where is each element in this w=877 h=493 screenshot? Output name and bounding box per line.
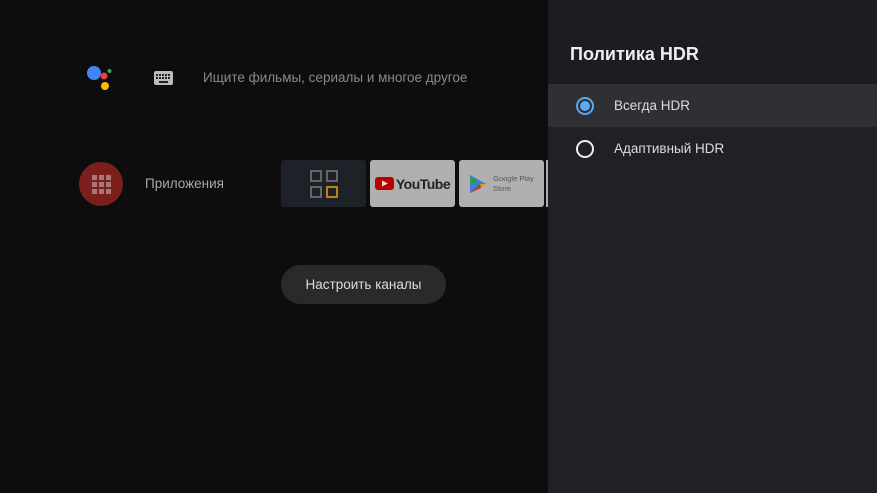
option-adaptive-hdr[interactable]: Адаптивный HDR — [548, 127, 877, 170]
youtube-icon — [374, 177, 394, 190]
apps-button[interactable] — [79, 162, 123, 206]
option-label: Адаптивный HDR — [614, 141, 725, 156]
keyboard-icon[interactable] — [154, 71, 173, 90]
radio-selected-icon[interactable] — [576, 96, 594, 115]
play-store-sublabel: Store — [493, 183, 511, 193]
apps-icon — [309, 169, 338, 198]
radio-unselected-icon[interactable] — [576, 139, 594, 158]
google-assistant-icon[interactable] — [85, 64, 113, 92]
panel-header — [548, 0, 877, 84]
search-input[interactable]: Ищите фильмы, сериалы и многое другое — [203, 70, 467, 85]
apps-grid-icon — [91, 174, 111, 194]
customize-channels-button[interactable]: Настроить каналы — [281, 265, 446, 304]
apps-label: Приложения — [145, 176, 224, 191]
hdr-policy-panel: Политика HDR Всегда HDR Адаптивный HDR — [548, 0, 877, 493]
option-always-hdr[interactable]: Всегда HDR — [548, 84, 877, 127]
option-label: Всегда HDR — [614, 98, 690, 113]
app-tile-youtube[interactable]: YouTube — [370, 160, 455, 207]
play-store-label: Google Play — [493, 173, 534, 183]
app-tile-apps[interactable] — [281, 160, 366, 207]
play-store-icon — [470, 174, 487, 193]
app-tile-play-store[interactable]: Google Play Store — [459, 160, 544, 207]
youtube-label: YouTube — [395, 175, 451, 192]
panel-title: Политика HDR — [570, 44, 699, 64]
